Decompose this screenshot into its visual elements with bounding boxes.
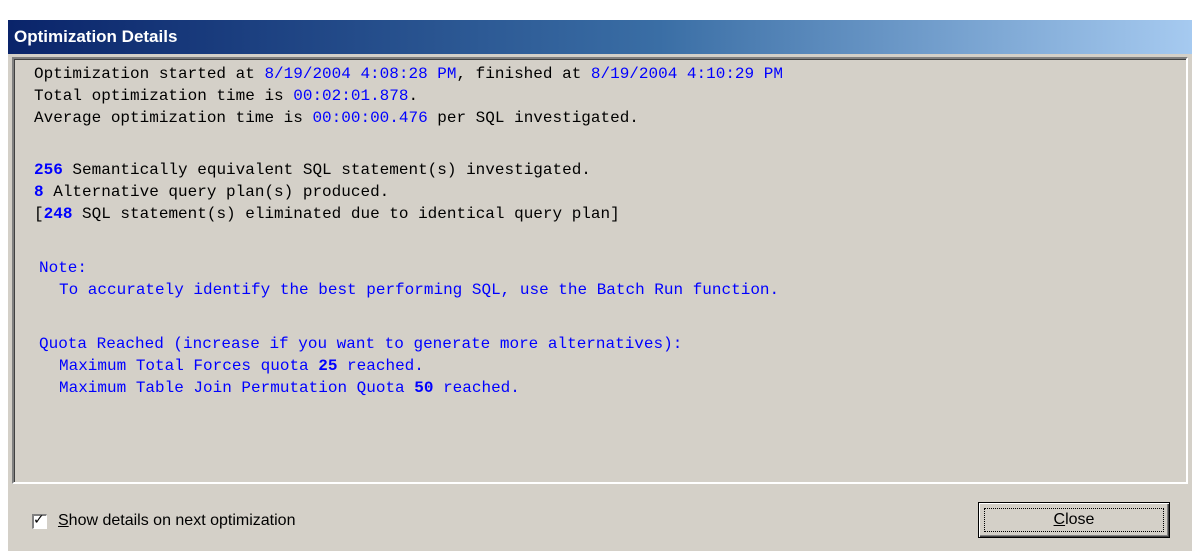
plans-text: Alternative query plan(s) produced. (43, 183, 390, 201)
join-quota-value: 50 (414, 379, 434, 397)
dialog-title: Optimization Details (14, 27, 178, 46)
eliminated-count: 248 (43, 205, 73, 223)
forces-quota-prefix: Maximum Total Forces quota (59, 357, 319, 375)
total-time-value: 00:02:01.878 (293, 87, 409, 105)
optimization-timing-line: Optimization started at 8/19/2004 4:08:2… (34, 64, 783, 84)
details-text-panel[interactable]: Optimization started at 8/19/2004 4:08:2… (12, 57, 1188, 484)
close-label-text: lose (1065, 511, 1095, 528)
plans-count: 8 (34, 183, 44, 201)
investigated-text: Semantically equivalent SQL statement(s)… (62, 161, 591, 179)
show-details-checkbox[interactable]: ✓ (32, 512, 47, 529)
close-button-label: Close (979, 511, 1169, 529)
eliminated-bracket: [ (34, 205, 44, 223)
show-details-label[interactable]: Show details on next optimization (58, 512, 295, 530)
note-heading: Note: (39, 259, 88, 277)
average-time-line: Average optimization time is 00:00:00.47… (34, 108, 639, 128)
forces-quota-value: 25 (318, 357, 338, 375)
start-time: 8/19/2004 4:08:28 PM (264, 65, 457, 83)
total-time-line: Total optimization time is 00:02:01.878. (34, 86, 418, 106)
dialog-footer: ✓ Show details on next optimization Clos… (8, 486, 1192, 551)
show-details-label-text: how details on next optimization (68, 512, 296, 529)
optimization-details-dialog: Optimization Details Optimization starte… (8, 20, 1192, 551)
eliminated-line: [248 SQL statement(s) eliminated due to … (34, 204, 620, 224)
title-bar[interactable]: Optimization Details (8, 20, 1192, 54)
finish-prefix: , finished at (456, 65, 591, 83)
join-quota-suffix: reached. (433, 379, 520, 397)
note-text: To accurately identify the best performi… (59, 281, 780, 299)
avg-time-prefix: Average optimization time is (34, 109, 313, 127)
show-details-mnemonic: S (58, 512, 69, 529)
finish-time: 8/19/2004 4:10:29 PM (590, 65, 783, 83)
forces-quota-suffix: reached. (337, 357, 424, 375)
quota-heading: Quota Reached (increase if you want to g… (39, 335, 683, 353)
eliminated-text: SQL statement(s) eliminated due to ident… (72, 205, 620, 223)
close-mnemonic: C (1053, 511, 1066, 528)
avg-time-suffix: per SQL investigated. (427, 109, 639, 127)
total-time-prefix: Total optimization time is (34, 87, 294, 105)
plans-produced-line: 8 Alternative query plan(s) produced. (34, 182, 389, 202)
start-prefix: Optimization started at (34, 65, 265, 83)
investigated-count-line: 256 Semantically equivalent SQL statemen… (34, 160, 591, 180)
avg-time-value: 00:00:00.476 (312, 109, 428, 127)
join-quota-line: Maximum Table Join Permutation Quota 50 … (59, 378, 520, 398)
investigated-count: 256 (34, 161, 63, 179)
join-quota-prefix: Maximum Table Join Permutation Quota (59, 379, 415, 397)
forces-quota-line: Maximum Total Forces quota 25 reached. (59, 356, 424, 376)
total-time-suffix: . (408, 87, 419, 105)
checkmark-icon: ✓ (33, 512, 45, 528)
close-button[interactable]: Close (978, 502, 1170, 538)
